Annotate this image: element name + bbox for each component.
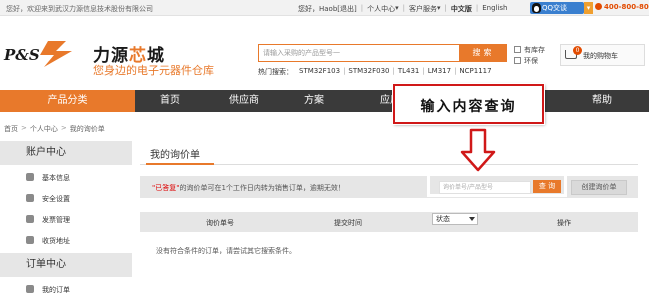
qq-icon — [532, 3, 541, 13]
top-links: 您好，Haob [退出] | 个人中心 ▾ | 客户服务 ▾ | 中文版 | E… — [298, 4, 508, 14]
order-icon — [26, 285, 34, 293]
separator: | — [444, 4, 447, 12]
hot-term[interactable]: TL431 — [398, 67, 420, 77]
nav-item-solutions[interactable]: 方案 — [296, 90, 332, 112]
welcome-text: 您好，欢迎来到武汉力源信息技术股份有限公司 — [6, 5, 153, 13]
breadcrumb-home[interactable]: 首页 — [4, 124, 18, 134]
annotation-callout: 输入内容查询 — [393, 84, 544, 124]
account-center-header: 账户中心 — [0, 141, 132, 165]
eco-label: 环保 — [524, 57, 538, 65]
logout-link[interactable]: [退出] — [337, 4, 356, 14]
in-stock-checkbox[interactable]: 有库存 — [514, 45, 545, 55]
create-inquiry-button[interactable]: 创建询价单 — [571, 180, 627, 195]
brand-slogan: 您身边的电子元器件仓库 — [93, 64, 214, 77]
hot-searches: 热门搜索： STM32F103 | STM32F030 | TL431 | LM… — [258, 67, 492, 77]
checkbox-box — [514, 46, 521, 53]
sidebar-item-label: 基本信息 — [42, 174, 70, 182]
status-filter-select[interactable]: 状态 — [432, 213, 478, 225]
hot-term[interactable]: LM317 — [428, 67, 451, 77]
phone-icon — [595, 3, 602, 10]
nav-item-suppliers[interactable]: 供应商 — [222, 90, 266, 112]
breadcrumb: 首页 > 个人中心 > 我的询价单 — [4, 124, 105, 134]
sidebar-item-label: 我的订单 — [42, 286, 70, 294]
column-header-actions: 操作 — [557, 219, 571, 227]
chevron-down-icon: ▾ — [395, 4, 399, 12]
arrow-down-icon — [460, 128, 496, 172]
logo-bolt — [40, 41, 72, 67]
hotline: 400-800-8051 — [595, 3, 649, 11]
chevron-down-icon: ▾ — [436, 4, 441, 12]
lang-en-link[interactable]: English — [482, 4, 507, 14]
sidebar-item-invoices[interactable]: 发票管理 — [26, 215, 70, 225]
breadcrumb-separator: > — [60, 124, 67, 132]
search-input[interactable]: 请输入采购的产品型号一 — [258, 44, 460, 62]
order-center-header: 订单中心 — [0, 253, 132, 277]
shield-icon — [26, 194, 34, 202]
page-title: 我的询价单 — [150, 150, 200, 161]
search-button[interactable]: 搜索 — [460, 44, 507, 62]
qq-dropdown-icon[interactable]: ▾ — [584, 2, 593, 14]
separator: | — [402, 4, 405, 12]
hot-term[interactable]: STM32F103 — [299, 67, 340, 77]
hot-label: 热门搜索： — [258, 68, 293, 76]
hot-term[interactable]: STM32F030 — [348, 67, 389, 77]
annotation-text: 输入内容查询 — [420, 99, 517, 115]
cart-label: 我的购物车 — [583, 52, 618, 60]
separator: | — [360, 4, 364, 12]
nav-item-help[interactable]: 帮助 — [584, 90, 620, 112]
cart-count-badge: 0 — [573, 46, 582, 55]
top-bar: 您好，欢迎来到武汉力源信息技术股份有限公司 您好，Haob [退出] | 个人中… — [0, 0, 649, 16]
separator: | — [422, 67, 425, 75]
in-stock-label: 有库存 — [524, 46, 545, 54]
breadcrumb-current: 我的询价单 — [69, 125, 105, 133]
status-select-label: 状态 — [436, 215, 450, 223]
notice-text: 的询价单可在1个工作日内转为销售订单，逾期无效！ — [179, 184, 345, 192]
qq-label: QQ交谈 — [542, 4, 568, 12]
lang-cn-link[interactable]: 中文版 — [451, 4, 472, 14]
inquiry-search-button[interactable]: 查 询 — [533, 180, 561, 193]
sidebar-item-my-orders[interactable]: 我的订单 — [26, 285, 70, 295]
sidebar-item-label: 安全设置 — [42, 195, 70, 203]
user-icon — [26, 173, 34, 181]
phone-number: 400-800-8051 — [604, 3, 649, 11]
sidebar-item-label: 发票管理 — [42, 216, 70, 224]
checkbox-box — [514, 57, 521, 64]
sidebar: 账户中心 基本信息 安全设置 发票管理 收货地址 订单中心 我的订单 — [0, 141, 132, 299]
inquiry-notice: "已答复"的询价单可在1个工作日内转为销售订单，逾期无效！ — [152, 183, 345, 193]
sidebar-item-security[interactable]: 安全设置 — [26, 194, 70, 204]
breadcrumb-separator: > — [21, 124, 27, 132]
separator: | — [454, 67, 457, 75]
separator: | — [343, 67, 346, 75]
nav-item-home[interactable]: 首页 — [150, 90, 190, 112]
eco-checkbox[interactable]: 环保 — [514, 56, 538, 66]
logo-text: P&S — [4, 46, 40, 64]
nav-product-categories[interactable]: 产品分类 — [0, 90, 135, 112]
sidebar-item-label: 收货地址 — [42, 237, 70, 245]
separator: | — [475, 4, 479, 12]
greeting-text: 您好，Haob — [298, 5, 338, 13]
address-icon — [26, 236, 34, 244]
title-underline — [146, 163, 214, 165]
sidebar-item-basic-info[interactable]: 基本信息 — [26, 173, 70, 183]
user-center-link[interactable]: 个人中心 — [367, 4, 395, 14]
qq-chat-button[interactable]: QQ交谈 — [530, 2, 584, 14]
divider — [140, 164, 638, 165]
sidebar-item-addresses[interactable]: 收货地址 — [26, 236, 70, 246]
invoice-icon — [26, 215, 34, 223]
chevron-down-icon — [469, 217, 475, 221]
inquiry-search-input[interactable]: 询价单号/产品型号 — [439, 181, 531, 194]
main-nav: 产品分类 首页 供应商 方案 应用 帮助 — [0, 90, 649, 112]
column-header-submit-time: 提交时间 — [334, 219, 362, 227]
customer-service-link[interactable]: 客户服务 — [409, 4, 437, 14]
column-header-inquiry-no: 询价单号 — [206, 219, 234, 227]
separator: | — [392, 67, 395, 75]
cart-button[interactable]: 0 我的购物车 — [560, 44, 645, 66]
breadcrumb-user-center[interactable]: 个人中心 — [30, 124, 58, 134]
notice-status: "已答复" — [152, 184, 180, 192]
empty-message: 没有符合条件的订单，请尝试其它搜索条件。 — [156, 247, 296, 255]
hot-term[interactable]: NCP1117 — [459, 67, 491, 77]
